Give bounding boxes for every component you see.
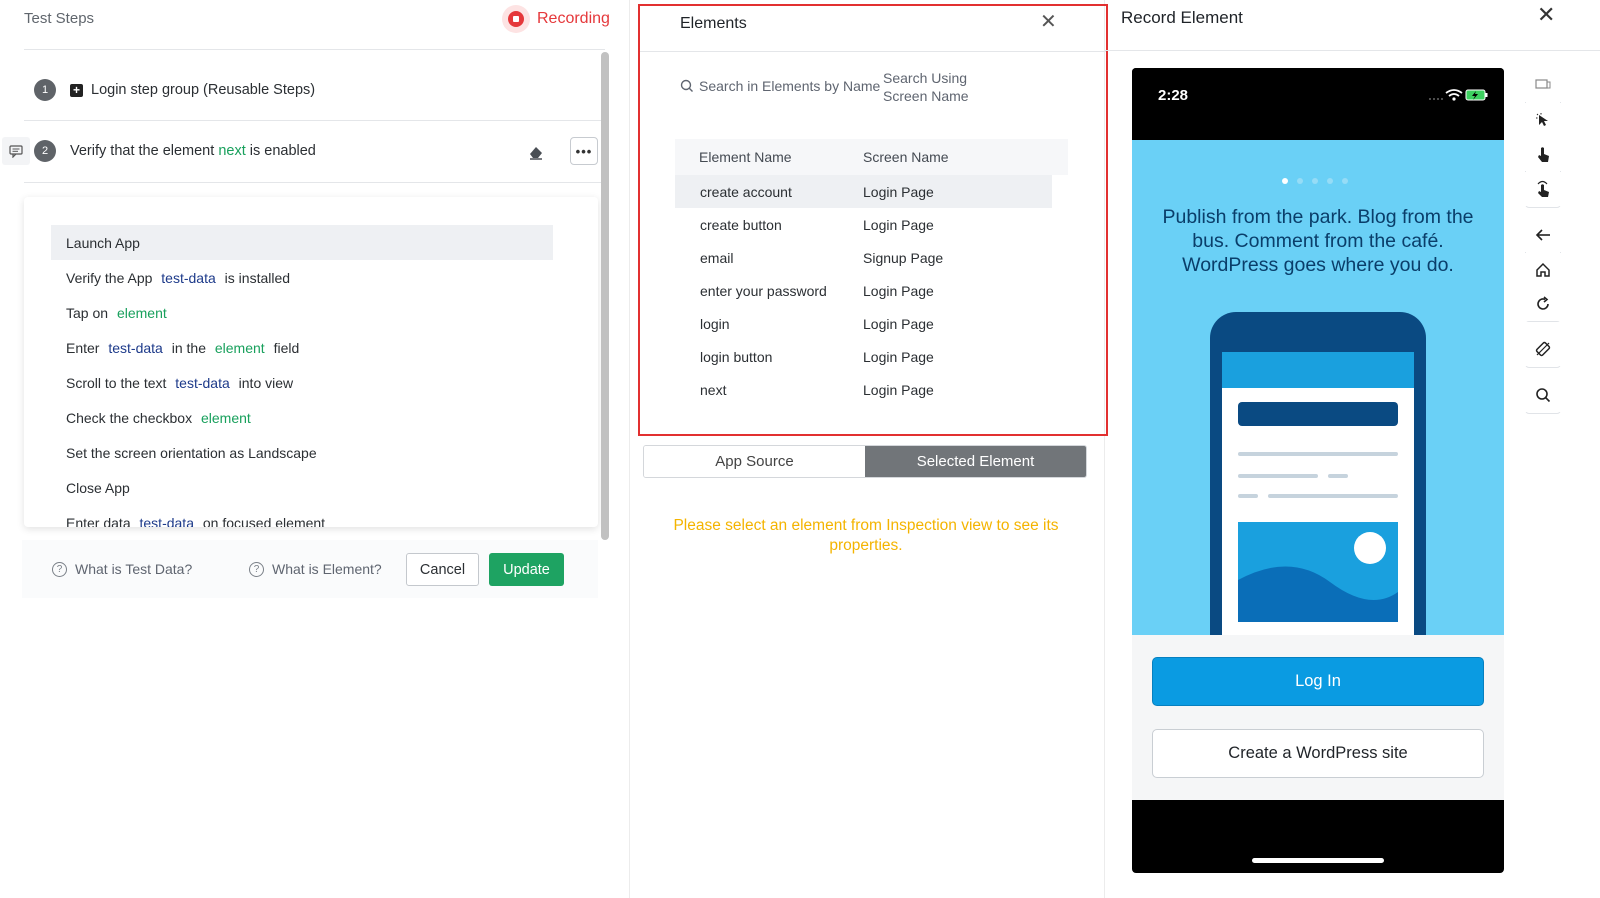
page-dots[interactable]: [1282, 178, 1348, 184]
phone-illustration-icon: [1210, 312, 1426, 635]
refresh-icon[interactable]: [1525, 287, 1561, 321]
table-row[interactable]: enter your password Login Page: [675, 274, 1052, 307]
device-screen[interactable]: 2:28 Publish from the park. Blog from th…: [1132, 68, 1504, 873]
cancel-button[interactable]: Cancel: [406, 553, 479, 586]
table-row[interactable]: login Login Page: [675, 307, 1052, 340]
tab-selected-element[interactable]: Selected Element: [865, 446, 1086, 477]
test-steps-panel: Test Steps Recording 1 + Login step grou…: [0, 0, 630, 898]
device-icon[interactable]: [1525, 68, 1561, 102]
elements-table: Element Name Screen Name create account L…: [675, 139, 1068, 406]
elements-title: Elements: [680, 15, 747, 32]
scrollbar[interactable]: [601, 52, 609, 540]
help-icon: ?: [249, 561, 264, 577]
dropdown-item[interactable]: Set the screen orientation as Landscape: [51, 435, 553, 470]
dropdown-item[interactable]: Check the checkbox element: [51, 400, 553, 435]
dropdown-item[interactable]: Verify the App test-data is installed: [51, 260, 553, 295]
swipe-icon[interactable]: [1525, 172, 1561, 206]
table-header: Element Name Screen Name: [675, 139, 1068, 175]
step-number: 2: [34, 140, 56, 162]
dropdown-item[interactable]: Launch App: [51, 225, 553, 260]
status-bar: 2:28: [1132, 68, 1504, 140]
inspect-pointer-icon[interactable]: [1525, 103, 1561, 137]
auth-buttons: Log In Create a WordPress site: [1132, 635, 1504, 800]
log-in-button[interactable]: Log In: [1152, 657, 1484, 706]
panel-title: Test Steps: [24, 10, 95, 27]
search-icon[interactable]: [1525, 378, 1561, 412]
help-icon: ?: [52, 561, 67, 577]
hero-headline: Publish from the park. Blog from the bus…: [1162, 206, 1474, 276]
dropdown-item[interactable]: Tap on element: [51, 295, 553, 330]
step-text-post: is enabled: [245, 143, 316, 159]
back-arrow-icon[interactable]: [1525, 218, 1561, 252]
recording-button[interactable]: Recording: [502, 4, 610, 34]
tap-icon[interactable]: [1525, 137, 1561, 171]
record-title: Record Element: [1121, 8, 1243, 27]
divider: [24, 49, 605, 50]
search-by-screen-toggle[interactable]: Search Using Screen Name: [883, 69, 983, 105]
step-element-link[interactable]: next: [218, 143, 245, 159]
dropdown-item[interactable]: Enter data test-data on focused element: [51, 505, 553, 528]
inspector-tabs: App Source Selected Element: [643, 445, 1087, 478]
app-root: Test Steps Recording 1 + Login step grou…: [0, 0, 1600, 898]
eraser-icon[interactable]: [527, 143, 545, 161]
divider: [640, 51, 1106, 52]
expand-icon[interactable]: +: [70, 83, 83, 97]
selection-hint: Please select an element from Inspection…: [673, 517, 1059, 554]
create-site-button[interactable]: Create a WordPress site: [1152, 729, 1484, 778]
help-element-link[interactable]: ? What is Element?: [249, 561, 382, 577]
table-row[interactable]: login button Login Page: [675, 340, 1052, 373]
dropdown-item[interactable]: Close App: [51, 470, 553, 505]
home-icon[interactable]: [1525, 253, 1561, 287]
divider: [1105, 50, 1600, 51]
step-row-1[interactable]: 1 + Login step group (Reusable Steps): [24, 70, 599, 110]
step-text-pre: Verify that the element: [70, 143, 219, 159]
close-icon[interactable]: ✕: [1040, 9, 1057, 34]
divider: [24, 120, 605, 121]
divider: [24, 182, 605, 183]
step-row-2[interactable]: 2 Verify that the element next is enable…: [24, 131, 599, 171]
element-search-input[interactable]: Search in Elements by Name: [680, 78, 880, 94]
action-dropdown: Launch App Verify the App test-data is i…: [24, 197, 598, 527]
table-row[interactable]: create button Login Page: [675, 208, 1052, 241]
elements-box: Elements ✕ Search in Elements by Name Se…: [638, 4, 1108, 436]
status-time: 2:28: [1158, 87, 1189, 104]
search-icon: [680, 79, 693, 92]
update-button[interactable]: Update: [489, 553, 564, 586]
help-test-data-link[interactable]: ? What is Test Data?: [52, 561, 192, 577]
table-row[interactable]: email Signup Page: [675, 241, 1052, 274]
table-row[interactable]: create account Login Page: [675, 175, 1052, 208]
dropdown-item[interactable]: Enter test-data in the element field: [51, 330, 553, 365]
status-icons: [1429, 89, 1488, 101]
onboarding-hero: Publish from the park. Blog from the bus…: [1132, 140, 1504, 635]
dropdown-item[interactable]: Scroll to the text test-data into view: [51, 365, 553, 400]
record-stop-icon: [502, 5, 530, 33]
close-icon[interactable]: ✕: [1537, 2, 1555, 28]
tab-app-source[interactable]: App Source: [644, 446, 865, 477]
rotate-device-icon[interactable]: [1525, 332, 1561, 366]
table-row[interactable]: next Login Page: [675, 373, 1052, 406]
step-number: 1: [34, 79, 56, 101]
recording-label: Recording: [537, 10, 610, 27]
home-indicator[interactable]: [1252, 858, 1384, 863]
record-element-panel: Record Element ✕ 2:28 Publish from the p…: [1105, 0, 1600, 898]
more-options-button[interactable]: •••: [570, 137, 598, 165]
step-text: Login step group (Reusable Steps): [91, 82, 316, 98]
